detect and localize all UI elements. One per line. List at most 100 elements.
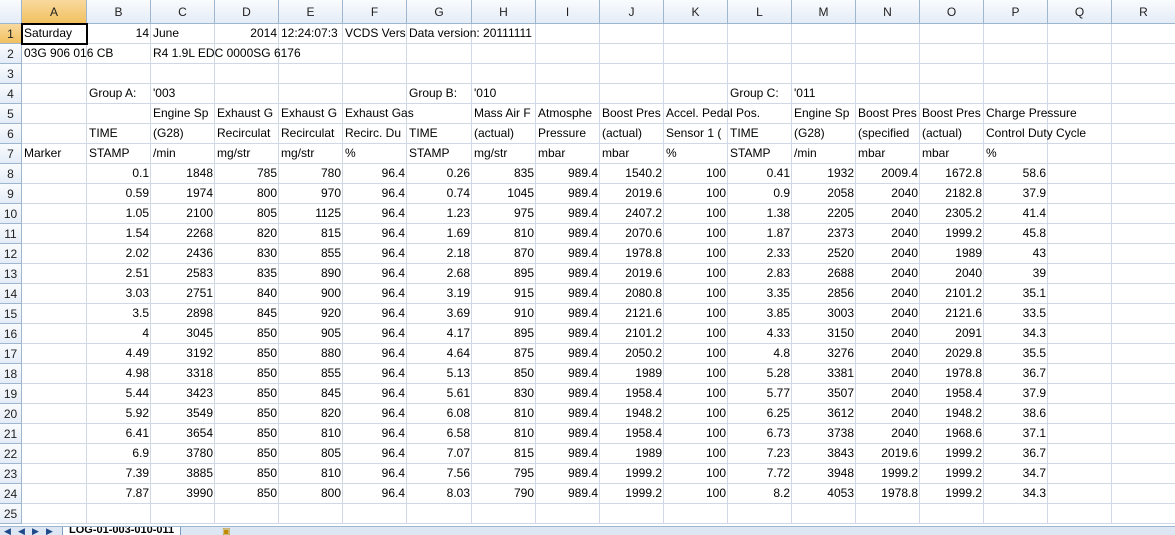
row-header-15[interactable]: 15 bbox=[0, 304, 22, 324]
row-header-4[interactable]: 4 bbox=[0, 84, 22, 104]
cell-E19[interactable]: 845 bbox=[279, 384, 343, 404]
cell-O6[interactable]: (actual) bbox=[920, 124, 984, 144]
cell-M20[interactable]: 3612 bbox=[792, 404, 856, 424]
row-header-20[interactable]: 20 bbox=[0, 404, 22, 424]
cell-P23[interactable]: 34.7 bbox=[984, 464, 1048, 484]
cell-J5[interactable]: Boost Pres bbox=[600, 104, 664, 124]
cell-D11[interactable]: 820 bbox=[215, 224, 279, 244]
cell-I8[interactable]: 989.4 bbox=[536, 164, 600, 184]
cell-D5[interactable]: Exhaust G bbox=[215, 104, 279, 124]
cell-C12[interactable]: 2436 bbox=[151, 244, 215, 264]
cell-J23[interactable]: 1999.2 bbox=[600, 464, 664, 484]
cell-N5[interactable]: Boost Pres bbox=[856, 104, 920, 124]
cell-E24[interactable]: 800 bbox=[279, 484, 343, 504]
cell-F21[interactable]: 96.4 bbox=[343, 424, 407, 444]
cell-D10[interactable]: 805 bbox=[215, 204, 279, 224]
cell-H24[interactable]: 790 bbox=[472, 484, 536, 504]
cell-G7[interactable]: STAMP bbox=[407, 144, 472, 164]
cell-L21[interactable]: 6.73 bbox=[728, 424, 792, 444]
cell-H19[interactable]: 830 bbox=[472, 384, 536, 404]
cell-G21[interactable]: 6.58 bbox=[407, 424, 472, 444]
spreadsheet-grid[interactable]: ABCDEFGHIJKLMNOPQR 1 2 3 4 5 6 7 8 9 10 11 12 13 14 15… bbox=[0, 0, 1175, 534]
cell-N21[interactable]: 2040 bbox=[856, 424, 920, 444]
cell-I15[interactable]: 989.4 bbox=[536, 304, 600, 324]
cell-J17[interactable]: 2050.2 bbox=[600, 344, 664, 364]
column-header-J[interactable]: J bbox=[600, 0, 664, 24]
cell-J20[interactable]: 1948.2 bbox=[600, 404, 664, 424]
cell-N20[interactable]: 2040 bbox=[856, 404, 920, 424]
cell-P21[interactable]: 37.1 bbox=[984, 424, 1048, 444]
cell-C2[interactable]: R4 1.9L EDC 0000SG 6176 bbox=[151, 44, 301, 64]
cell-O8[interactable]: 1672.8 bbox=[920, 164, 984, 184]
cell-L7[interactable]: STAMP bbox=[728, 144, 792, 164]
cell-G16[interactable]: 4.17 bbox=[407, 324, 472, 344]
cell-L6[interactable]: TIME bbox=[728, 124, 792, 144]
cell-M16[interactable]: 3150 bbox=[792, 324, 856, 344]
column-header-F[interactable]: F bbox=[343, 0, 407, 24]
cell-M4[interactable]: '011 bbox=[792, 84, 856, 104]
cell-I22[interactable]: 989.4 bbox=[536, 444, 600, 464]
cell-J10[interactable]: 2407.2 bbox=[600, 204, 664, 224]
cell-J14[interactable]: 2080.8 bbox=[600, 284, 664, 304]
cell-K5[interactable]: Accel. Pedal Pos. bbox=[664, 104, 760, 124]
cell-P19[interactable]: 37.9 bbox=[984, 384, 1048, 404]
cell-I17[interactable]: 989.4 bbox=[536, 344, 600, 364]
cell-F6[interactable]: Recirc. Du bbox=[343, 124, 407, 144]
cell-I5[interactable]: Atmosphe bbox=[536, 104, 600, 124]
cell-P15[interactable]: 33.5 bbox=[984, 304, 1048, 324]
row-header-24[interactable]: 24 bbox=[0, 484, 22, 504]
cell-B6[interactable]: TIME bbox=[87, 124, 151, 144]
cell-J13[interactable]: 2019.6 bbox=[600, 264, 664, 284]
cell-P5[interactable]: Charge Pressure bbox=[984, 104, 1077, 124]
cell-F12[interactable]: 96.4 bbox=[343, 244, 407, 264]
cell-C13[interactable]: 2583 bbox=[151, 264, 215, 284]
cell-D9[interactable]: 800 bbox=[215, 184, 279, 204]
cell-G23[interactable]: 7.56 bbox=[407, 464, 472, 484]
cell-B23[interactable]: 7.39 bbox=[87, 464, 151, 484]
cell-N22[interactable]: 2019.6 bbox=[856, 444, 920, 464]
cell-G22[interactable]: 7.07 bbox=[407, 444, 472, 464]
cell-F7[interactable]: % bbox=[343, 144, 407, 164]
row-header-5[interactable]: 5 bbox=[0, 104, 22, 124]
cell-D12[interactable]: 830 bbox=[215, 244, 279, 264]
column-header-B[interactable]: B bbox=[87, 0, 151, 24]
cell-M22[interactable]: 3843 bbox=[792, 444, 856, 464]
cell-D24[interactable]: 850 bbox=[215, 484, 279, 504]
cell-O20[interactable]: 1948.2 bbox=[920, 404, 984, 424]
cell-M13[interactable]: 2688 bbox=[792, 264, 856, 284]
cell-H17[interactable]: 875 bbox=[472, 344, 536, 364]
cell-C18[interactable]: 3318 bbox=[151, 364, 215, 384]
cell-D23[interactable]: 850 bbox=[215, 464, 279, 484]
cell-J6[interactable]: (actual) bbox=[600, 124, 664, 144]
cell-P17[interactable]: 35.5 bbox=[984, 344, 1048, 364]
cell-H13[interactable]: 895 bbox=[472, 264, 536, 284]
cell-F1[interactable]: VCDS Vers bbox=[343, 24, 407, 44]
cell-P6[interactable]: Control Duty Cycle bbox=[984, 124, 1086, 144]
cell-K10[interactable]: 100 bbox=[664, 204, 728, 224]
cell-N12[interactable]: 2040 bbox=[856, 244, 920, 264]
cell-H16[interactable]: 895 bbox=[472, 324, 536, 344]
cell-C24[interactable]: 3990 bbox=[151, 484, 215, 504]
cell-K21[interactable]: 100 bbox=[664, 424, 728, 444]
cell-O9[interactable]: 2182.8 bbox=[920, 184, 984, 204]
cell-G18[interactable]: 5.13 bbox=[407, 364, 472, 384]
cell-D17[interactable]: 850 bbox=[215, 344, 279, 364]
cell-B11[interactable]: 1.54 bbox=[87, 224, 151, 244]
cell-E18[interactable]: 855 bbox=[279, 364, 343, 384]
cell-N7[interactable]: mbar bbox=[856, 144, 920, 164]
cell-F22[interactable]: 96.4 bbox=[343, 444, 407, 464]
cell-B24[interactable]: 7.87 bbox=[87, 484, 151, 504]
cell-C19[interactable]: 3423 bbox=[151, 384, 215, 404]
row-header-7[interactable]: 7 bbox=[0, 144, 22, 164]
cell-L8[interactable]: 0.41 bbox=[728, 164, 792, 184]
row-header-23[interactable]: 23 bbox=[0, 464, 22, 484]
cell-P13[interactable]: 39 bbox=[984, 264, 1048, 284]
cell-L15[interactable]: 3.85 bbox=[728, 304, 792, 324]
cell-B21[interactable]: 6.41 bbox=[87, 424, 151, 444]
cell-L17[interactable]: 4.8 bbox=[728, 344, 792, 364]
cell-K11[interactable]: 100 bbox=[664, 224, 728, 244]
cell-J12[interactable]: 1978.8 bbox=[600, 244, 664, 264]
cell-M11[interactable]: 2373 bbox=[792, 224, 856, 244]
column-header-G[interactable]: G bbox=[407, 0, 472, 24]
cell-B20[interactable]: 5.92 bbox=[87, 404, 151, 424]
